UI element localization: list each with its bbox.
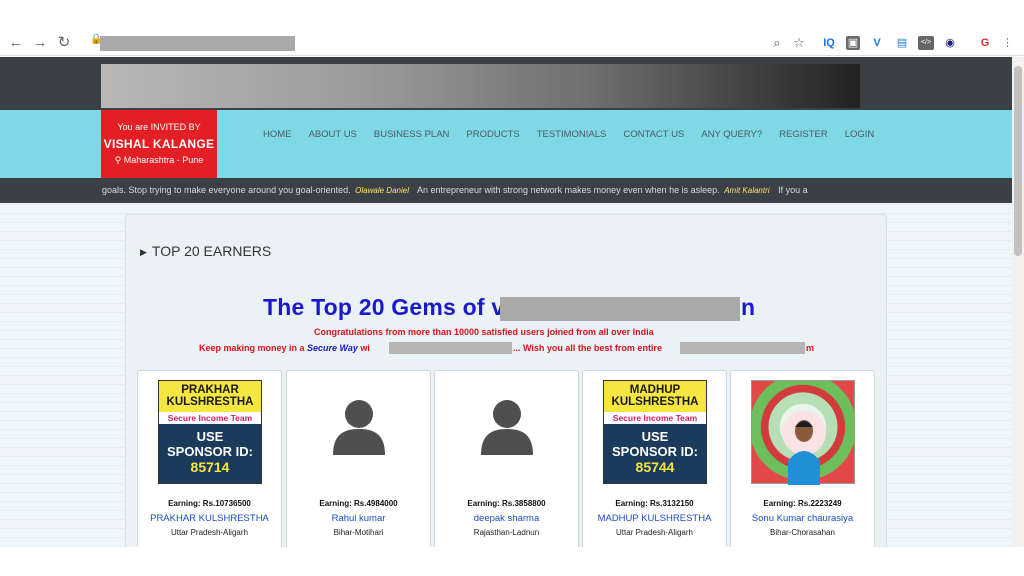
forward-icon[interactable]: → bbox=[32, 35, 48, 51]
site-banner-redacted bbox=[101, 64, 860, 108]
sponsor-photo-sponsor-label: SPONSOR ID: bbox=[167, 444, 253, 459]
earner-card[interactable]: Earning: Rs.2223249 Sonu Kumar chaurasiy… bbox=[730, 370, 875, 550]
secure-way-text: Secure Way bbox=[307, 343, 358, 353]
wish-tail: m bbox=[806, 343, 815, 353]
extension-code-icon[interactable]: </> bbox=[918, 36, 934, 50]
extension-v-icon[interactable]: V bbox=[870, 36, 884, 50]
sponsor-photo-team: Secure Income Team bbox=[604, 412, 706, 424]
earner-location: Bihar-Chorasahan bbox=[770, 528, 835, 537]
sponsor-photo-name: MADHUP KULSHRESTHA bbox=[604, 381, 706, 412]
address-bar[interactable]: 🔒 bbox=[86, 34, 726, 53]
earner-name[interactable]: MADHUP KULSHRESTHA bbox=[583, 513, 726, 524]
person-photo-icon bbox=[782, 411, 826, 485]
inviter-name: VISHAL KALANGE bbox=[103, 137, 215, 151]
earner-photo bbox=[751, 380, 855, 485]
extension-globe-icon[interactable]: ◉ bbox=[943, 36, 957, 50]
menu-home[interactable]: HOME bbox=[263, 129, 292, 143]
earner-name[interactable]: PRAKHAR KULSHRESTHA bbox=[138, 513, 281, 524]
earner-card[interactable]: Earning: Rs.3858800 deepak sharma Rajast… bbox=[434, 370, 579, 550]
section-title-text: TOP 20 EARNERS bbox=[151, 243, 272, 259]
earner-location: Bihar-Motihari bbox=[333, 528, 384, 537]
menu-products[interactable]: PRODUCTS bbox=[466, 129, 519, 143]
wish-text: ... Wish you all the best from entire bbox=[513, 343, 662, 353]
sponsor-photo: PRAKHAR KULSHRESTHA Secure Income Team U… bbox=[158, 380, 262, 484]
url-redacted bbox=[100, 36, 295, 51]
ticker-author: Amit Kalantri bbox=[724, 186, 770, 195]
gems-heading-tail: n bbox=[741, 294, 756, 320]
user-avatar-icon bbox=[333, 400, 385, 455]
ticker-author: Olawale Daniel bbox=[355, 186, 409, 195]
sponsor-photo-use: USE bbox=[196, 429, 224, 444]
earning-amount: Earning: Rs.2223249 bbox=[763, 499, 842, 508]
scrollbar-thumb[interactable] bbox=[1014, 66, 1022, 256]
site-name-redacted bbox=[389, 342, 512, 354]
earning-amount: Earning: Rs.3858800 bbox=[467, 499, 546, 508]
main-menu: HOME ABOUT US BUSINESS PLAN PRODUCTS TES… bbox=[263, 129, 891, 143]
menu-dots-icon[interactable]: ⋮ bbox=[1002, 36, 1013, 50]
screen: ← → ↻ 🔒 ⌕ ☆ IQ ▣ V ▤ </> ◉ G ⋮ You are I… bbox=[0, 0, 1024, 576]
ticker-quote: goals. Stop trying to make everyone arou… bbox=[102, 185, 351, 195]
bottom-strip bbox=[0, 547, 1024, 576]
ticker-quote: If you a bbox=[778, 185, 808, 195]
banner-band bbox=[0, 57, 1012, 110]
inviter-location: ⚲ Maharashtra - Pune bbox=[114, 155, 204, 165]
sponsor-photo-sponsor-label: SPONSOR ID: bbox=[612, 444, 698, 459]
star-icon[interactable]: ☆ bbox=[792, 36, 806, 50]
sponsor-photo-name: PRAKHAR KULSHRESTHA bbox=[159, 381, 261, 412]
extension-iq-icon[interactable]: IQ bbox=[821, 36, 837, 50]
menu-business-plan[interactable]: BUSINESS PLAN bbox=[374, 129, 450, 143]
sponsor-photo-use: USE bbox=[641, 429, 669, 444]
extension-g-icon[interactable]: G bbox=[978, 36, 992, 50]
nav-band: You are INVITED BY VISHAL KALANGE ⚲ Maha… bbox=[0, 110, 1012, 178]
menu-any-query[interactable]: ANY QUERY? bbox=[701, 129, 762, 143]
keep-making-money-text: Keep making money in a Secure Way wi bbox=[199, 343, 370, 353]
earner-card[interactable]: Earning: Rs.4984000 Rahul kumar Bihar-Mo… bbox=[286, 370, 431, 550]
browser-toolbar: ← → ↻ 🔒 ⌕ ☆ IQ ▣ V ▤ </> ◉ G ⋮ bbox=[0, 31, 1024, 56]
extension-doc-icon[interactable]: ▤ bbox=[895, 36, 909, 50]
earning-amount: Earning: Rs.10736500 bbox=[168, 499, 251, 508]
earner-location: Uttar Pradesh-Aligarh bbox=[171, 528, 248, 537]
zoom-icon[interactable]: ⌕ bbox=[770, 36, 784, 50]
gems-heading: The Top 20 Gems of v bbox=[263, 294, 504, 321]
earner-card[interactable]: PRAKHAR KULSHRESTHA Secure Income Team U… bbox=[137, 370, 282, 550]
invite-label: You are INVITED BY bbox=[117, 122, 201, 132]
extension-box-icon[interactable]: ▣ bbox=[846, 36, 860, 50]
back-icon[interactable]: ← bbox=[8, 35, 24, 51]
menu-contact-us[interactable]: CONTACT US bbox=[623, 129, 684, 143]
sponsor-photo-id: 85714 bbox=[190, 459, 230, 475]
gems-heading-text: The Top 20 Gems of bbox=[263, 294, 492, 320]
sponsor-photo-id: 85744 bbox=[635, 459, 675, 475]
gems-heading-redacted bbox=[500, 297, 740, 321]
sponsor-photo: MADHUP KULSHRESTHA Secure Income Team US… bbox=[603, 380, 707, 484]
section-title: ▶ TOP 20 EARNERS bbox=[140, 243, 271, 259]
reload-icon[interactable]: ↻ bbox=[56, 35, 72, 51]
keep-mid: wi bbox=[357, 343, 370, 353]
ticker-quote: An entrepreneur with strong network make… bbox=[417, 185, 720, 195]
invite-badge: You are INVITED BY VISHAL KALANGE ⚲ Maha… bbox=[101, 110, 217, 178]
congrats-text: Congratulations from more than 10000 sat… bbox=[314, 327, 654, 337]
menu-login[interactable]: LOGIN bbox=[845, 129, 875, 143]
menu-testimonials[interactable]: TESTIMONIALS bbox=[537, 129, 607, 143]
menu-about-us[interactable]: ABOUT US bbox=[309, 129, 357, 143]
sponsor-photo-team: Secure Income Team bbox=[159, 412, 261, 424]
user-avatar-icon bbox=[481, 400, 533, 455]
menu-register[interactable]: REGISTER bbox=[779, 129, 828, 143]
earner-name[interactable]: Sonu Kumar chaurasiya bbox=[731, 513, 874, 524]
browser-top-strip bbox=[0, 0, 1024, 31]
earner-location: Uttar Pradesh-Aligarh bbox=[616, 528, 693, 537]
earner-location: Rajasthan-Ladnun bbox=[473, 528, 540, 537]
quote-ticker: goals. Stop trying to make everyone arou… bbox=[0, 178, 1012, 203]
earning-amount: Earning: Rs.4984000 bbox=[319, 499, 398, 508]
keep-prefix: Keep making money in a bbox=[199, 343, 308, 353]
earner-name[interactable]: deepak sharma bbox=[435, 513, 578, 524]
team-name-redacted bbox=[680, 342, 805, 354]
caret-right-icon: ▶ bbox=[140, 247, 147, 257]
earning-amount: Earning: Rs.3132150 bbox=[615, 499, 694, 508]
earner-card[interactable]: MADHUP KULSHRESTHA Secure Income Team US… bbox=[582, 370, 727, 550]
earner-name[interactable]: Rahul kumar bbox=[287, 513, 430, 524]
